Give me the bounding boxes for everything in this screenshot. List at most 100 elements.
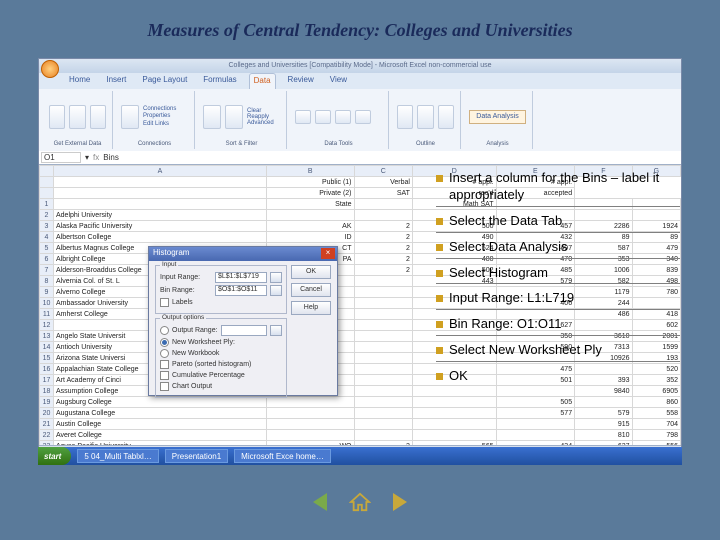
chart-output-label: Chart Output <box>172 383 212 390</box>
group-label: Sort & Filter <box>203 141 280 147</box>
group-analysis: Data Analysis Analysis <box>463 91 533 149</box>
from-text-icon[interactable] <box>90 105 106 129</box>
labels-check-label: Labels <box>172 299 193 306</box>
instruction-item: Select the Data Tab <box>449 213 562 230</box>
slide-title: Measures of Central Tendency: Colleges a… <box>0 20 720 41</box>
next-slide-button[interactable] <box>389 492 411 512</box>
from-web-icon[interactable] <box>69 105 85 129</box>
instruction-item: Select Data Analysis <box>449 239 568 256</box>
bullet-icon <box>436 270 443 277</box>
taskbar-item[interactable]: Microsoft Exce home… <box>234 449 331 463</box>
bullet-icon <box>436 218 443 225</box>
instruction-item: Select Histogram <box>449 265 548 282</box>
group-data-tools: Data Tools <box>289 91 389 149</box>
cumulative-label: Cumulative Percentage <box>172 372 245 379</box>
input-fieldset: Input Input Range: $L$1:$L$719 Bin Range… <box>155 265 287 314</box>
tab-page-layout[interactable]: Page Layout <box>138 73 191 89</box>
group-outline: Outline <box>391 91 461 149</box>
group-icon[interactable] <box>397 105 413 129</box>
tab-review[interactable]: Review <box>284 73 318 89</box>
ok-button[interactable]: OK <box>291 265 331 279</box>
bullet-icon <box>436 321 443 328</box>
fx-icon[interactable]: fx <box>93 153 99 162</box>
from-access-icon[interactable] <box>49 105 65 129</box>
output-legend: Output options <box>160 314 206 321</box>
bullet-icon <box>436 244 443 251</box>
input-range-label: Input Range: <box>160 274 212 281</box>
tab-formulas[interactable]: Formulas <box>199 73 240 89</box>
ribbon: Home Insert Page Layout Formulas Data Re… <box>39 73 681 151</box>
dialog-title-text: Histogram <box>153 248 189 257</box>
data-analysis-button[interactable]: Data Analysis <box>469 110 526 124</box>
group-label: Get External Data <box>49 141 106 147</box>
group-sort-filter: ClearReapplyAdvanced Sort & Filter <box>197 91 287 149</box>
pareto-checkbox[interactable] <box>160 360 169 369</box>
house-icon <box>349 492 371 512</box>
dialog-titlebar[interactable]: Histogram × <box>149 247 337 261</box>
formula-value[interactable]: Bins <box>103 153 119 162</box>
close-icon[interactable]: × <box>321 248 335 259</box>
formula-bar: O1 ▾ fx Bins <box>39 151 681 165</box>
taskbar-item[interactable]: Presentation1 <box>165 449 228 463</box>
excel-titlebar: Colleges and Universities [Compatibility… <box>39 59 681 73</box>
remove-duplicates-icon[interactable] <box>315 110 331 124</box>
name-box[interactable]: O1 <box>41 152 81 163</box>
new-worksheet-radio[interactable] <box>160 338 169 347</box>
filter-icon[interactable] <box>225 105 243 129</box>
windows-taskbar: start 5 04_Multi Tablxl… Presentation1 M… <box>38 447 682 465</box>
bullet-icon <box>436 373 443 380</box>
bullet-icon <box>436 347 443 354</box>
input-range-field[interactable]: $L$1:$L$719 <box>215 272 267 283</box>
sort-icon[interactable] <box>203 105 221 129</box>
group-connections: ConnectionsPropertiesEdit Links Connecti… <box>115 91 195 149</box>
output-range-label: Output Range: <box>172 327 218 334</box>
ref-icon[interactable] <box>270 272 282 283</box>
labels-checkbox[interactable] <box>160 298 169 307</box>
cancel-button[interactable]: Cancel <box>291 283 331 297</box>
dropdown-icon[interactable]: ▾ <box>85 153 89 162</box>
tab-data[interactable]: Data <box>249 73 276 89</box>
group-label: Connections <box>121 141 188 147</box>
new-worksheet-label: New Worksheet Ply: <box>172 339 235 346</box>
output-range-radio[interactable] <box>160 326 169 335</box>
subtotal-icon[interactable] <box>438 105 454 129</box>
cumulative-checkbox[interactable] <box>160 371 169 380</box>
bullet-icon <box>436 295 443 302</box>
tab-home[interactable]: Home <box>65 73 94 89</box>
chart-output-checkbox[interactable] <box>160 382 169 391</box>
taskbar-item[interactable]: 5 04_Multi Tablxl… <box>77 449 158 463</box>
refresh-icon[interactable] <box>121 105 139 129</box>
ungroup-icon[interactable] <box>417 105 433 129</box>
slide-nav <box>0 492 720 512</box>
instruction-item: Select New Worksheet Ply <box>449 342 602 359</box>
instruction-item: Input Range: L1:L719 <box>449 290 574 307</box>
group-label: Outline <box>397 141 454 147</box>
group-label: Data Tools <box>295 141 382 147</box>
text-to-columns-icon[interactable] <box>295 110 311 124</box>
bin-range-label: Bin Range: <box>160 287 212 294</box>
ref-icon[interactable] <box>270 285 282 296</box>
tab-view[interactable]: View <box>326 73 351 89</box>
pareto-label: Pareto (sorted histogram) <box>172 361 251 368</box>
ref-icon[interactable] <box>270 325 282 336</box>
instruction-item: Insert a column for the Bins – label it … <box>449 170 680 204</box>
consolidate-icon[interactable] <box>355 110 371 124</box>
home-slide-button[interactable] <box>349 492 371 512</box>
prev-slide-button[interactable] <box>309 492 331 512</box>
output-range-field[interactable] <box>221 325 267 336</box>
start-button[interactable]: start <box>38 447 71 465</box>
bin-range-field[interactable]: $O$1:$O$11 <box>215 285 267 296</box>
data-validation-icon[interactable] <box>335 110 351 124</box>
tab-insert[interactable]: Insert <box>102 73 130 89</box>
group-external-data: Get External Data <box>43 91 113 149</box>
instruction-item: Bin Range: O1:O11 <box>449 316 562 333</box>
group-label: Analysis <box>469 141 526 147</box>
office-button[interactable] <box>41 60 59 78</box>
new-workbook-label: New Workbook <box>172 350 219 357</box>
help-button[interactable]: Help <box>291 301 331 315</box>
arrow-right-icon <box>393 493 407 511</box>
arrow-left-icon <box>313 493 327 511</box>
new-workbook-radio[interactable] <box>160 349 169 358</box>
ribbon-tabs: Home Insert Page Layout Formulas Data Re… <box>39 73 681 89</box>
instruction-item: OK <box>449 368 468 385</box>
